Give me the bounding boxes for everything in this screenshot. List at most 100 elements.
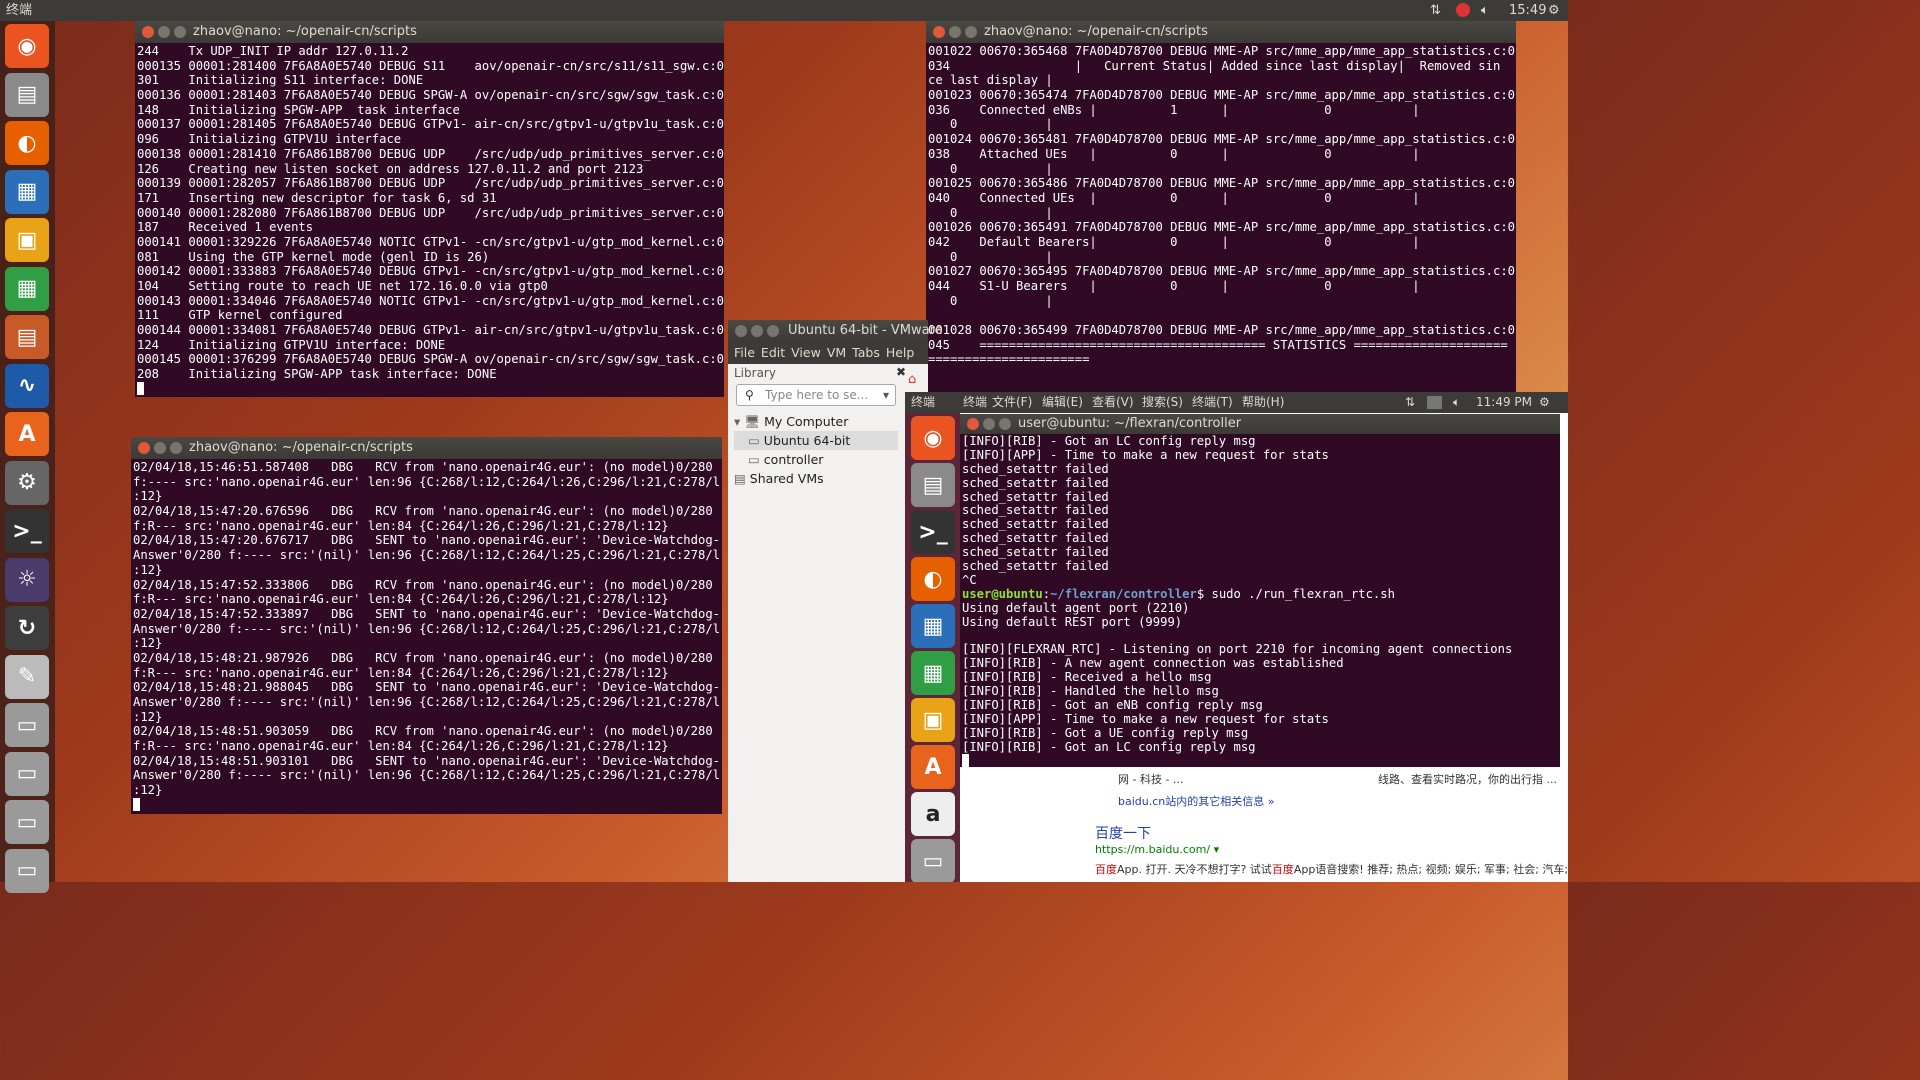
software-center-icon[interactable]: A: [5, 412, 49, 456]
terminal-window[interactable]: zhaov@nano: ~/openair-cn/scripts 244 Tx …: [135, 21, 724, 397]
wireshark-icon[interactable]: ∿: [5, 363, 49, 408]
vmware-menubar: File Edit View VM Tabs Help: [728, 342, 928, 364]
terminal-line: 000138 00001:281410 7F6A861B8700 DEBUG U…: [137, 146, 724, 161]
terminal-output[interactable]: [INFO][RIB] - Got an LC config reply msg…: [960, 435, 1560, 767]
guest-menu-item[interactable]: 文件(F): [992, 392, 1032, 413]
vmware-window[interactable]: Ubuntu 64-bit - VMware File Edit View VM Tab…: [728, 320, 943, 882]
guest-clock[interactable]: 11:49 PM: [1476, 392, 1532, 413]
tree-item-ubuntu[interactable]: ▭ Ubuntu 64-bit: [734, 431, 898, 450]
terminal-line: 000136 00001:281403 7F6A8A0E5740 DEBUG S…: [137, 88, 724, 103]
drive-icon[interactable]: ▭: [5, 848, 49, 893]
text-cursor: [133, 797, 140, 811]
ubuntu-icon[interactable]: ◉: [5, 24, 49, 68]
firefox-icon[interactable]: ◐: [911, 557, 955, 601]
window-titlebar[interactable]: user@ubuntu: ~/flexran/controller: [960, 414, 1560, 434]
terminal-line: [INFO][RIB] - Got an LC config reply msg: [962, 739, 1256, 754]
network-icon[interactable]: ⇅: [1430, 0, 1441, 21]
window-titlebar[interactable]: zhaov@nano: ~/openair-cn/scripts: [926, 21, 1516, 43]
amazon-icon[interactable]: a: [911, 792, 955, 836]
ubuntu-icon[interactable]: ◉: [911, 416, 955, 460]
maximize-button[interactable]: [999, 418, 1011, 430]
menu-view[interactable]: View: [791, 345, 821, 360]
minimize-button[interactable]: [158, 26, 170, 38]
menu-vm[interactable]: VM: [827, 345, 846, 360]
search-snippet: 线路、查看实时路况，你的出行指 ...: [1378, 773, 1557, 786]
close-button[interactable]: [138, 442, 150, 454]
terminal-window[interactable]: zhaov@nano: ~/openair-cn/scripts 001022 …: [926, 21, 1516, 397]
impress-icon[interactable]: ▣: [911, 698, 955, 742]
terminal-output[interactable]: 02/04/18,15:46:51.587408 DBG RCV from 'n…: [131, 460, 722, 814]
close-button[interactable]: [735, 325, 747, 337]
minimize-button[interactable]: [983, 418, 995, 430]
text-editor-icon[interactable]: ✎: [5, 654, 49, 699]
input-method-icon[interactable]: [1427, 396, 1442, 409]
window-titlebar[interactable]: Ubuntu 64-bit - VMware: [728, 320, 943, 342]
home-icon[interactable]: ⌂: [908, 372, 922, 387]
minimize-button[interactable]: [949, 26, 961, 38]
drive-icon[interactable]: ▭: [5, 703, 49, 747]
volume-icon[interactable]: 🔈︎: [1481, 0, 1489, 21]
writer-icon[interactable]: ▦: [911, 604, 955, 648]
network-icon[interactable]: ⇅: [1405, 392, 1415, 413]
writer-icon[interactable]: ▦: [5, 169, 49, 214]
terminal-icon[interactable]: >_: [5, 509, 49, 553]
result-url[interactable]: https://m.baidu.com/ ▾: [1095, 843, 1219, 856]
tree-item-my-computer[interactable]: ▾ 🖥︎ My Computer: [734, 412, 898, 431]
viewer-icon[interactable]: ▤: [5, 315, 49, 359]
files-icon[interactable]: ▤: [5, 72, 49, 117]
minimize-button[interactable]: [154, 442, 166, 454]
maximize-button[interactable]: [174, 26, 186, 38]
terminal-window[interactable]: zhaov@nano: ~/openair-cn/scripts 02/04/1…: [131, 437, 722, 814]
close-library-icon[interactable]: ✖: [896, 365, 906, 379]
drive-icon[interactable]: ▭: [911, 839, 955, 882]
window-titlebar[interactable]: zhaov@nano: ~/openair-cn/scripts: [135, 21, 724, 43]
files-icon[interactable]: ▤: [911, 463, 955, 507]
firefox-icon[interactable]: ◐: [5, 121, 49, 165]
result-title-link[interactable]: 百度一下: [1095, 823, 1151, 843]
window-titlebar[interactable]: zhaov@nano: ~/openair-cn/scripts: [131, 437, 722, 459]
impress-icon[interactable]: ▣: [5, 218, 49, 262]
menu-help[interactable]: Help: [886, 345, 915, 360]
guest-menu-item[interactable]: 搜索(S): [1142, 392, 1183, 413]
guest-menu-item[interactable]: 终端(T): [1192, 392, 1233, 413]
library-search-input[interactable]: ⚲ Type here to se... ▾: [736, 384, 896, 406]
guest-menu-item[interactable]: 终端: [963, 392, 987, 413]
close-button[interactable]: [933, 26, 945, 38]
volume-icon[interactable]: 🔈︎: [1453, 392, 1460, 413]
terminal-line: ^C: [962, 572, 977, 587]
guest-terminal-window[interactable]: user@ubuntu: ~/flexran/controller [INFO]…: [960, 414, 1560, 767]
menu-edit[interactable]: Edit: [761, 345, 785, 360]
maximize-button[interactable]: [767, 325, 779, 337]
more-results-link[interactable]: baidu.cn站内的其它相关信息 »: [1118, 793, 1274, 809]
input-method-icon[interactable]: [1456, 3, 1470, 17]
gear-icon[interactable]: ⚙: [1539, 392, 1550, 413]
gear-icon[interactable]: ⚙: [1548, 0, 1560, 21]
vm-display[interactable]: 终端 ⇅ 🔈︎ 11:49 PM ⚙ 终端 文件(F) 编辑(E) 查看(V) 搜索(S…: [905, 392, 1568, 882]
minimize-button[interactable]: [751, 325, 763, 337]
clock[interactable]: 15:49: [1509, 0, 1546, 21]
tree-item-shared-vms[interactable]: ▤ Shared VMs: [734, 469, 898, 488]
close-button[interactable]: [142, 26, 154, 38]
terminal-output[interactable]: 001022 00670:365468 7FA0D4D78700 DEBUG M…: [926, 44, 1516, 397]
drive-icon[interactable]: ▭: [5, 751, 49, 796]
guest-menu-item[interactable]: 编辑(E): [1042, 392, 1083, 413]
terminal-icon[interactable]: >_: [911, 510, 955, 554]
calc-icon[interactable]: ▦: [5, 266, 49, 311]
calc-icon[interactable]: ▦: [911, 651, 955, 695]
tree-item-controller[interactable]: ▭ controller: [734, 450, 898, 469]
guest-menu-item[interactable]: 查看(V): [1092, 392, 1134, 413]
drive-icon[interactable]: ▭: [5, 800, 49, 844]
guest-menu-item[interactable]: 帮助(H): [1242, 392, 1284, 413]
text-cursor: [962, 754, 969, 767]
maximize-button[interactable]: [170, 442, 182, 454]
terminal-output[interactable]: 244 Tx UDP_INIT IP addr 127.0.11.2 000135…: [135, 44, 724, 397]
updater-icon[interactable]: ↻: [5, 606, 49, 650]
close-button[interactable]: [967, 418, 979, 430]
software-center-icon[interactable]: A: [911, 745, 955, 789]
menu-file[interactable]: File: [734, 345, 755, 360]
settings-icon[interactable]: ⚙: [5, 460, 49, 505]
maximize-button[interactable]: [965, 26, 977, 38]
chevron-down-icon[interactable]: ▾: [883, 385, 889, 405]
javaee-ide-icon[interactable]: ☼: [5, 557, 49, 602]
menu-tabs[interactable]: Tabs: [852, 345, 880, 360]
